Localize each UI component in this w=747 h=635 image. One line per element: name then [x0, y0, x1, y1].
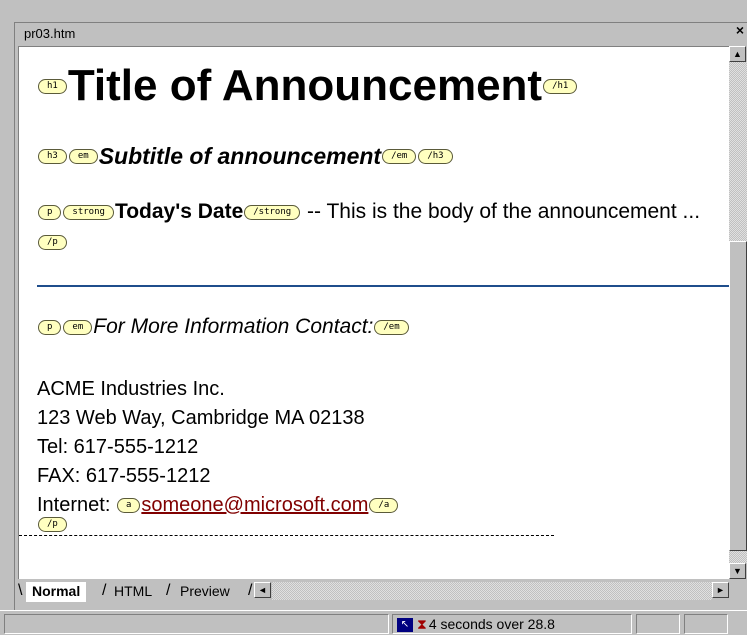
document-title: pr03.htm: [24, 26, 76, 41]
vertical-scrollbar[interactable]: ▲ ▼: [729, 46, 747, 579]
heading-3-text: Subtitle of announcement: [98, 143, 382, 169]
horizontal-scroll-track[interactable]: [272, 582, 712, 600]
tag-h3-open[interactable]: h3: [38, 149, 67, 164]
street-address: 123 Web Way, Cambridge MA 02138: [37, 407, 365, 429]
cursor-icon: ↖: [397, 618, 413, 633]
status-bar: ↖ ⧗ 4 seconds over 28.8: [0, 610, 747, 635]
telephone: Tel: 617-555-1212: [37, 436, 199, 458]
tag-strong-close[interactable]: /strong: [244, 204, 301, 220]
tab-separator: /: [166, 582, 171, 599]
download-time-panel: ↖ ⧗ 4 seconds over 28.8: [392, 614, 632, 634]
body-paragraph: p strong Today's Date/strong -- This is th…: [37, 197, 717, 257]
status-message: [4, 614, 389, 634]
download-time-text: 4 seconds over 28.8: [428, 616, 555, 632]
right-arrow-icon[interactable]: ►: [712, 582, 729, 598]
heading-1: h1 Title of Announcement/h1: [37, 61, 578, 117]
app-window: pr03.htm × h1 Title of Announcement/h1 h3…: [0, 0, 747, 635]
editor-canvas[interactable]: h1 Title of Announcement/h1 h3 em Subtitle …: [18, 46, 729, 579]
tag-p-close-contact[interactable]: /p: [38, 517, 67, 533]
internet-line: Internet: a someone@microsoft.com/a: [37, 491, 399, 520]
status-panel-mode: [636, 614, 680, 634]
down-arrow-icon[interactable]: ▼: [729, 563, 746, 579]
paragraph-close: /p: [37, 516, 68, 534]
tab-separator: \: [18, 582, 23, 599]
company-name: ACME Industries Inc.: [37, 378, 225, 400]
close-button[interactable]: ×: [733, 23, 747, 37]
tag-em-open-contact[interactable]: em: [63, 319, 93, 335]
tag-p-close[interactable]: /p: [38, 234, 67, 250]
view-tabs: \ Normal / HTML / Preview / ◄ ►: [18, 580, 747, 602]
tag-h3-close[interactable]: /h3: [418, 149, 453, 164]
tag-strong-open[interactable]: strong: [63, 204, 114, 220]
address-block: ACME Industries Inc. 123 Web Way, Cambri…: [37, 375, 399, 520]
tab-html[interactable]: HTML: [108, 582, 158, 602]
tag-em-close[interactable]: /em: [382, 149, 417, 164]
body-text: -- This is the body of the announcement …: [301, 200, 701, 223]
heading-1-text: Title of Announcement: [67, 61, 543, 110]
tab-preview[interactable]: Preview: [174, 582, 236, 602]
tag-p-open-contact[interactable]: p: [38, 319, 62, 335]
tag-em-close-contact[interactable]: /em: [374, 319, 409, 335]
insertion-divider: [19, 535, 554, 536]
tag-a-close[interactable]: /a: [369, 498, 399, 514]
contact-heading-text: For More Information Contact:: [93, 315, 374, 338]
status-panel-extra: [684, 614, 728, 634]
tab-normal[interactable]: Normal: [26, 582, 87, 602]
hourglass-icon: ⧗: [417, 616, 427, 632]
fax: FAX: 617-555-1212: [37, 465, 211, 487]
horizontal-rule: [37, 285, 729, 287]
up-arrow-icon[interactable]: ▲: [729, 46, 746, 62]
heading-3: h3 em Subtitle of announcement/em/h3: [37, 143, 454, 170]
internet-label: Internet:: [37, 494, 116, 516]
tag-a-open[interactable]: a: [116, 498, 141, 514]
tag-h1-close[interactable]: /h1: [543, 78, 578, 94]
tab-separator: /: [102, 582, 107, 599]
date-text: Today's Date: [114, 200, 244, 223]
vertical-scroll-thumb[interactable]: [729, 241, 747, 551]
tab-separator: /: [248, 582, 253, 599]
contact-heading: p em For More Information Contact:/em: [37, 315, 410, 339]
tag-p-open[interactable]: p: [38, 204, 62, 220]
tag-em-open[interactable]: em: [68, 149, 98, 164]
left-arrow-icon[interactable]: ◄: [254, 582, 271, 598]
email-link[interactable]: someone@microsoft.com: [141, 494, 368, 516]
tag-h1-open[interactable]: h1: [38, 78, 67, 94]
